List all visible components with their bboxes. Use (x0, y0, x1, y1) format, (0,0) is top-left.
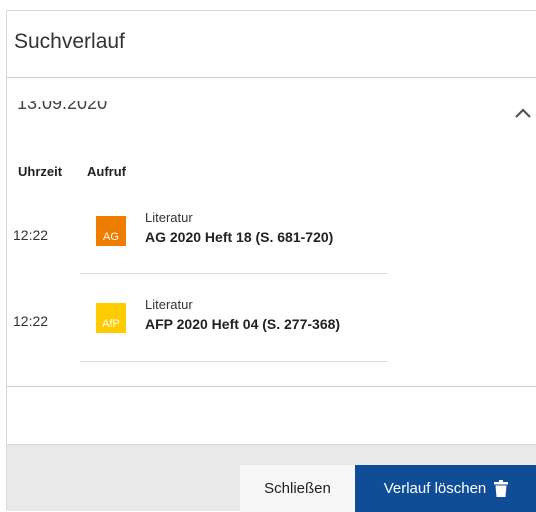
clear-history-label: Verlauf löschen (383, 480, 487, 497)
clear-history-button[interactable]: Verlauf löschen (355, 465, 536, 512)
close-button[interactable]: Schließen (240, 465, 355, 512)
entry-time: 12:22 (13, 313, 49, 329)
dialog-title: Suchverlauf (14, 30, 125, 53)
ag-badge-icon: AG (96, 216, 126, 246)
section-divider (7, 386, 536, 387)
history-entry[interactable]: 12:22 AfP Literatur AFP 2020 Heft 04 (S.… (7, 287, 536, 357)
afp-badge-icon: AfP (96, 303, 126, 333)
chevron-up-icon[interactable] (514, 107, 532, 119)
entry-divider (80, 361, 388, 362)
history-entry[interactable]: 12:22 AG Literatur AG 2020 Heft 18 (S. 6… (7, 201, 536, 271)
entry-time: 12:22 (13, 227, 49, 243)
entry-title[interactable]: AFP 2020 Heft 04 (S. 277-368) (145, 316, 340, 332)
entry-title[interactable]: AG 2020 Heft 18 (S. 681-720) (145, 229, 333, 245)
trash-icon (494, 480, 509, 497)
entry-category: Literatur (145, 210, 193, 225)
column-header-time: Uhrzeit (18, 164, 63, 179)
dialog-footer: Schließen Verlauf löschen (7, 444, 536, 512)
dialog-header: Suchverlauf (7, 11, 536, 78)
column-header-call: Aufruf (87, 164, 126, 179)
history-date: 13.09.2020 (17, 101, 108, 112)
history-date-heading[interactable]: 13.09.2020 (17, 101, 107, 112)
entry-category: Literatur (145, 297, 193, 312)
entry-divider (80, 273, 388, 274)
search-history-dialog: Suchverlauf 13.09.2020 Uhrzeit Aufruf 12… (6, 10, 536, 512)
